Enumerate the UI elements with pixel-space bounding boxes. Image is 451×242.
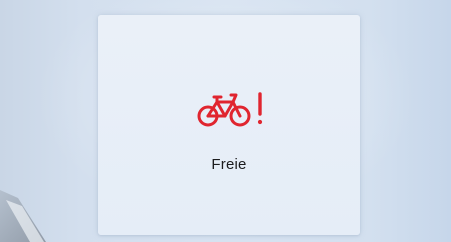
status-tile[interactable]: Freie: [98, 15, 360, 235]
status-label: Freie: [211, 156, 247, 173]
bicycle-alert-icon: [194, 89, 272, 129]
